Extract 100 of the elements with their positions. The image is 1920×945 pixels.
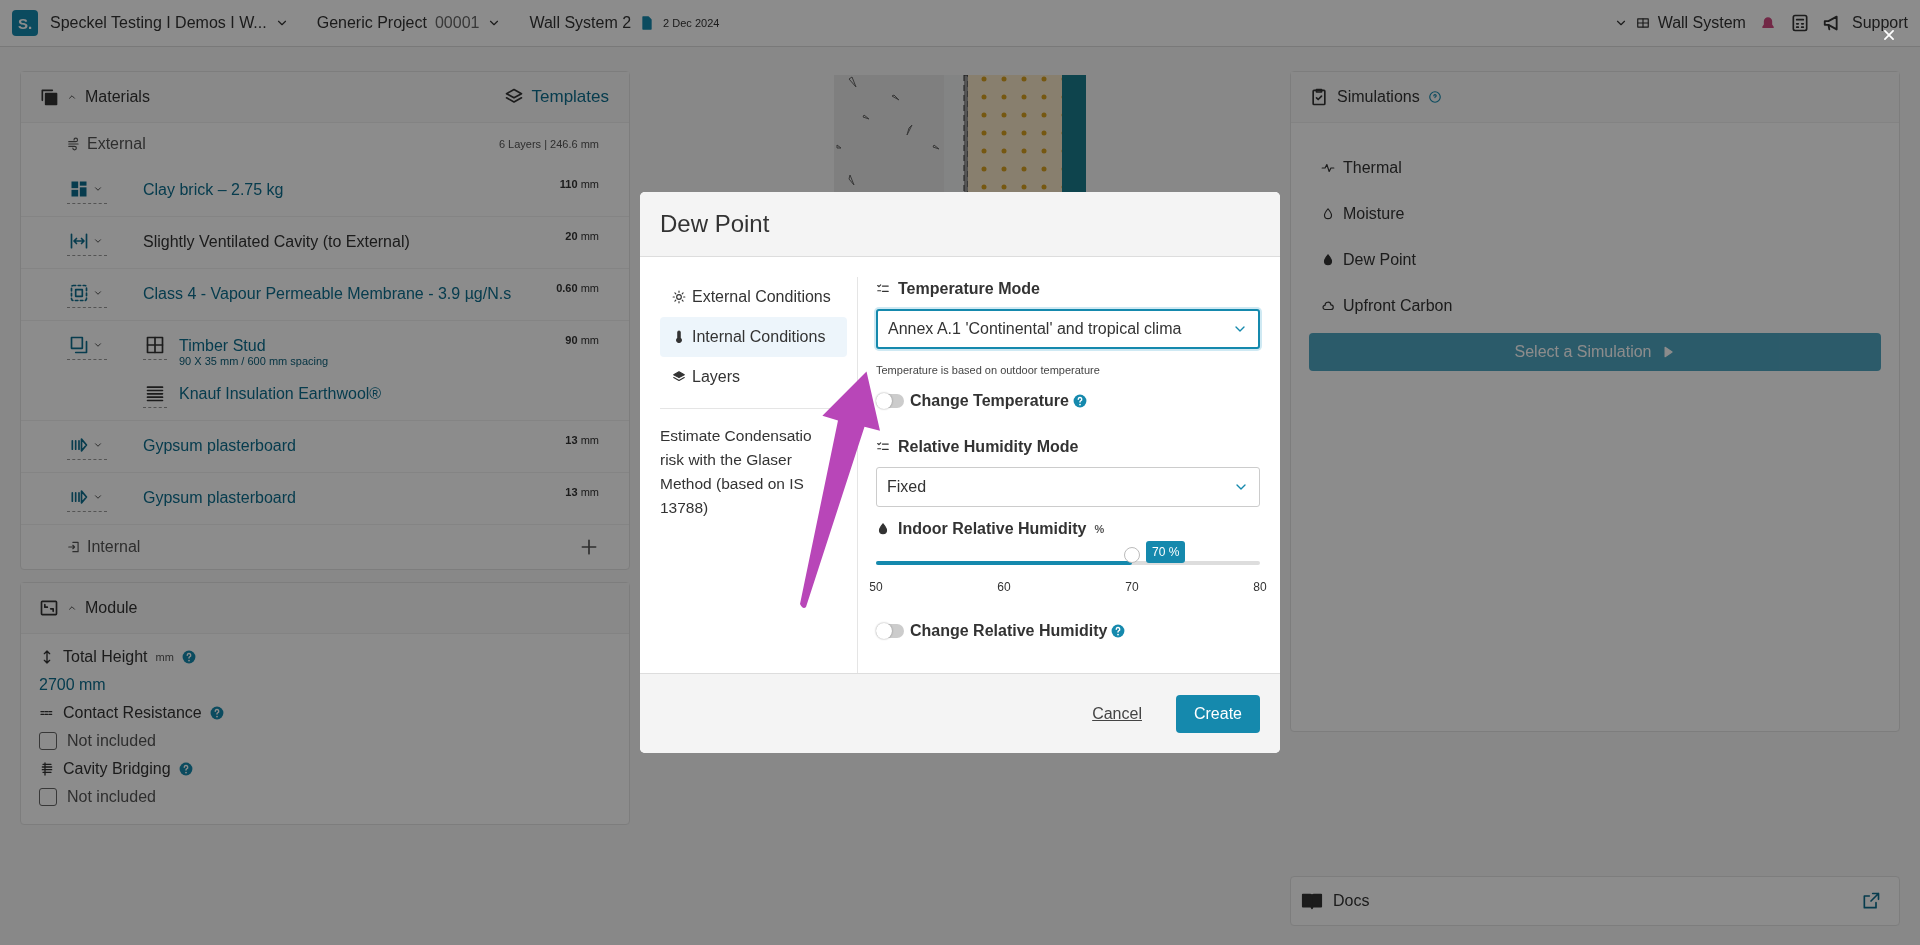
simulation-option[interactable]: Thermal <box>1309 145 1881 191</box>
field-label: Total Height <box>63 648 148 666</box>
dropdown-select[interactable]: Annex A.1 'Continental' and tropical clima <box>876 309 1260 349</box>
chevron-down-icon <box>93 288 103 298</box>
squares-icon <box>69 335 89 355</box>
wall-name[interactable]: Wall System 2 <box>529 14 632 32</box>
add-icon <box>579 537 599 557</box>
layer-thickness: 90 mm <box>564 333 599 348</box>
panel-title: Simulations <box>1337 88 1420 106</box>
help-icon <box>1427 90 1442 104</box>
value-tooltip: 70 % <box>1146 541 1186 563</box>
project-number: 00001 <box>434 14 480 32</box>
field-label: Indoor Relative Humidity <box>898 519 1087 539</box>
layer-name[interactable]: Clay brick – 2.75 kg <box>143 177 284 199</box>
simulation-option[interactable]: Upfront Carbon <box>1309 283 1881 329</box>
chevron-down-icon <box>93 184 103 194</box>
help-icon[interactable] <box>1072 394 1087 408</box>
bars-arrow-icon <box>69 487 89 507</box>
layer-name[interactable]: Gypsum plasterboard <box>143 485 296 507</box>
layer-name[interactable]: Knauf Insulation Earthwool® <box>179 381 382 403</box>
layer-name[interactable]: Timber Stud <box>179 333 329 355</box>
simulation-option[interactable]: Dew Point <box>1309 237 1881 283</box>
chevron-down-icon <box>93 340 103 350</box>
tick-label: 80 <box>1253 579 1267 596</box>
help-icon[interactable] <box>209 706 224 720</box>
hint-text: Temperature is based on outdoor temperature <box>876 363 1101 377</box>
nav-item[interactable]: Layers <box>660 357 847 397</box>
field-value[interactable]: 2700 mm <box>39 676 611 694</box>
checkbox-option[interactable]: Not included <box>39 732 611 750</box>
checkbox-option[interactable]: Not included <box>39 788 611 806</box>
chevron-down-icon <box>93 236 103 246</box>
toggle-switch[interactable] <box>876 624 904 638</box>
templates-button[interactable]: Templates <box>497 86 615 108</box>
app-logo[interactable]: S. <box>12 10 38 36</box>
dialog-title: Dew Point <box>660 210 770 237</box>
coil-icon <box>39 761 55 777</box>
field-label: Contact Resistance <box>63 704 202 722</box>
layer-name: Slightly Ventilated Cavity (to External) <box>143 232 410 251</box>
toggle-switch[interactable] <box>876 394 904 408</box>
wind-icon <box>67 137 81 151</box>
layer-detail: 90 X 35 mm / 600 mm spacing <box>179 355 329 367</box>
layer-thickness: 13 mm <box>564 433 599 448</box>
cancel-button[interactable]: Cancel <box>1086 703 1148 724</box>
help-icon[interactable] <box>178 762 193 776</box>
toggle-label: Change Relative Humidity <box>910 622 1108 640</box>
field-label: Cavity Bridging <box>63 760 171 778</box>
clipboard-check-icon <box>1309 87 1329 107</box>
simulation-option[interactable]: Moisture <box>1309 191 1881 237</box>
chevron-down-icon <box>93 440 103 450</box>
chevron-down-icon <box>93 492 103 502</box>
drop-icon <box>1321 253 1335 267</box>
bars-arrow-icon <box>69 435 89 455</box>
layers-icon <box>672 370 686 384</box>
field-label: Temperature Mode <box>898 279 1040 299</box>
edge-label: External <box>87 135 146 153</box>
unit-label: mm <box>155 651 174 663</box>
panel-title: Materials <box>85 88 150 106</box>
layer-name[interactable]: Gypsum plasterboard <box>143 433 296 455</box>
external-link-icon <box>1861 891 1881 911</box>
cloud-icon <box>1321 299 1335 313</box>
view-name[interactable]: Wall System <box>1657 14 1746 32</box>
tick-label: 60 <box>997 579 1011 596</box>
tick-label: 50 <box>869 579 883 596</box>
layer-thickness: 110 mm <box>558 177 599 192</box>
drop-outline-icon <box>1321 207 1335 221</box>
sun-icon <box>672 290 686 304</box>
wall-date: 2 Dec 2024 <box>663 17 720 29</box>
slider-thumb[interactable] <box>1124 547 1140 563</box>
nav-item[interactable]: Internal Conditions <box>660 317 847 357</box>
panel-title: Docs <box>1333 892 1370 910</box>
project-name[interactable]: Generic Project <box>316 14 427 32</box>
tiles-icon <box>69 179 89 199</box>
layer-thickness: 0.60 mm <box>555 281 599 296</box>
grid-icon <box>145 335 165 355</box>
layer-summary: 6 Layers | 246.6 mm <box>498 138 599 150</box>
wall-icon <box>1635 16 1650 30</box>
help-icon[interactable] <box>1111 624 1126 638</box>
layer-thickness: 13 mm <box>564 485 599 500</box>
toggle-label: Change Temperature <box>910 392 1069 410</box>
create-button[interactable]: Create <box>1175 694 1260 733</box>
nav-item[interactable]: External Conditions <box>660 277 847 317</box>
chevron-up-icon <box>67 603 77 613</box>
support-link[interactable]: Support <box>1851 14 1908 32</box>
layer-name[interactable]: Class 4 - Vapour Permeable Membrane - 3.9 µg/N.s <box>143 281 512 303</box>
drop-icon <box>876 522 890 536</box>
workspace-name[interactable]: Speckel Testing I Demos I W... <box>50 14 267 32</box>
width-icon <box>69 231 89 251</box>
panel-title: Module <box>85 599 138 617</box>
help-icon[interactable] <box>181 650 196 664</box>
copy-icon <box>39 87 59 107</box>
chevron-up-icon <box>67 92 77 102</box>
layer-thickness: 20 mm <box>564 229 599 244</box>
lines-icon <box>145 383 165 403</box>
dropdown-select[interactable]: Fixed <box>876 467 1260 507</box>
field-label: Relative Humidity Mode <box>898 437 1079 457</box>
enter-icon <box>67 540 81 554</box>
frame-icon <box>39 598 59 618</box>
unit-label: % <box>1094 522 1105 537</box>
description-text: Estimate Condensatio risk with the Glaser Method (based on IS 13788) <box>660 426 813 518</box>
tick-label: 70 <box>1125 579 1139 596</box>
